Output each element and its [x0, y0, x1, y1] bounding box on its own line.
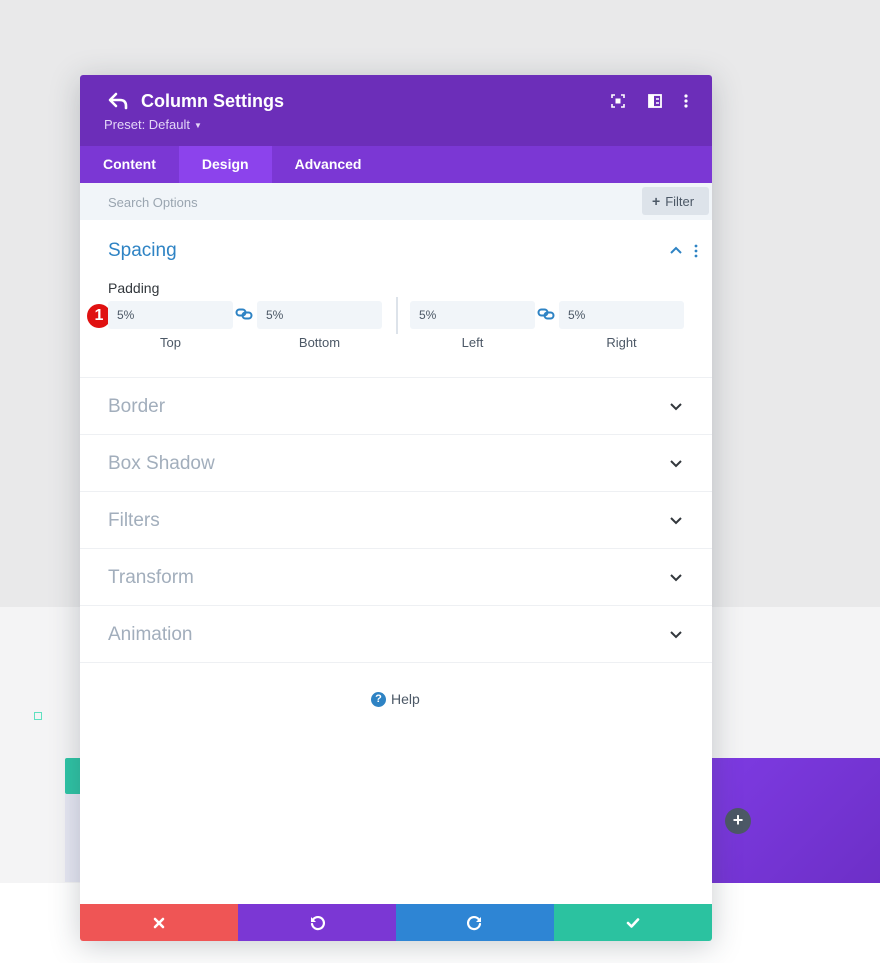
filters-section[interactable]: Filters	[80, 492, 712, 549]
close-icon	[153, 917, 165, 928]
padding-top-caption: Top	[160, 335, 181, 350]
padding-bottom-input[interactable]: 5%	[257, 301, 382, 329]
help-link[interactable]: ? Help	[371, 691, 420, 707]
border-section-title: Border	[108, 396, 166, 417]
preset-dropdown[interactable]: Preset: Default ▼	[104, 117, 202, 132]
border-section[interactable]: Border	[80, 378, 712, 435]
redo-icon	[467, 915, 482, 930]
filters-section-title: Filters	[108, 510, 160, 531]
caret-down-icon: ▼	[194, 121, 202, 131]
modal-footer	[80, 904, 712, 941]
filter-label: Filter	[665, 194, 695, 209]
link-icon[interactable]	[235, 307, 253, 321]
chevron-up-icon[interactable]	[669, 243, 683, 257]
padding-divider	[396, 297, 398, 334]
padding-left-input[interactable]: 5%	[410, 301, 535, 329]
split-view-icon[interactable]	[647, 93, 663, 109]
help-icon: ?	[371, 691, 386, 707]
chevron-down-icon[interactable]	[669, 628, 683, 642]
module-handle[interactable]	[34, 712, 42, 720]
save-button[interactable]	[554, 904, 712, 941]
check-icon	[626, 917, 640, 928]
more-vertical-icon[interactable]	[692, 244, 700, 258]
redo-button[interactable]	[396, 904, 554, 941]
settings-tabs: Content Design Advanced	[80, 146, 712, 183]
box-shadow-section[interactable]: Box Shadow	[80, 435, 712, 492]
cancel-button[interactable]	[80, 904, 238, 941]
undo-icon	[310, 915, 325, 930]
link-icon[interactable]	[537, 307, 555, 321]
animation-section-title: Animation	[108, 624, 193, 645]
spacing-section-title[interactable]: Spacing	[108, 240, 177, 262]
padding-top-input[interactable]: 5%	[108, 301, 233, 329]
column-settings-modal: Column Settings Preset: Default ▼ Content…	[80, 75, 712, 941]
animation-section[interactable]: Animation	[80, 606, 712, 663]
transform-section-title: Transform	[108, 567, 194, 588]
more-vertical-icon[interactable]	[678, 93, 694, 109]
search-input[interactable]: Search Options	[108, 195, 198, 210]
chevron-down-icon[interactable]	[669, 400, 683, 414]
padding-bottom-caption: Bottom	[298, 335, 341, 350]
help-label: Help	[391, 691, 420, 707]
padding-left-caption: Left	[461, 335, 484, 350]
focus-icon[interactable]	[610, 93, 626, 109]
filter-button[interactable]: + Filter	[642, 187, 709, 215]
padding-label: Padding	[108, 280, 160, 296]
tab-content[interactable]: Content	[80, 146, 179, 183]
tab-design[interactable]: Design	[178, 146, 272, 183]
plus-icon: +	[652, 193, 661, 209]
preset-label: Preset: Default	[104, 117, 190, 132]
add-row-button[interactable]: +	[725, 808, 751, 834]
chevron-down-icon[interactable]	[669, 514, 683, 528]
padding-right-caption: Right	[606, 335, 637, 350]
modal-title: Column Settings	[141, 91, 284, 111]
modal-header[interactable]: Column Settings Preset: Default ▼	[80, 75, 712, 146]
chevron-down-icon[interactable]	[669, 457, 683, 471]
transform-section[interactable]: Transform	[80, 549, 712, 606]
tab-advanced[interactable]: Advanced	[272, 146, 385, 183]
search-options-bar[interactable]: Search Options + Filter	[80, 183, 712, 220]
box-shadow-section-title: Box Shadow	[108, 453, 215, 474]
undo-button[interactable]	[238, 904, 396, 941]
padding-right-input[interactable]: 5%	[559, 301, 684, 329]
back-arrow-icon[interactable]	[108, 92, 128, 110]
chevron-down-icon[interactable]	[669, 571, 683, 585]
